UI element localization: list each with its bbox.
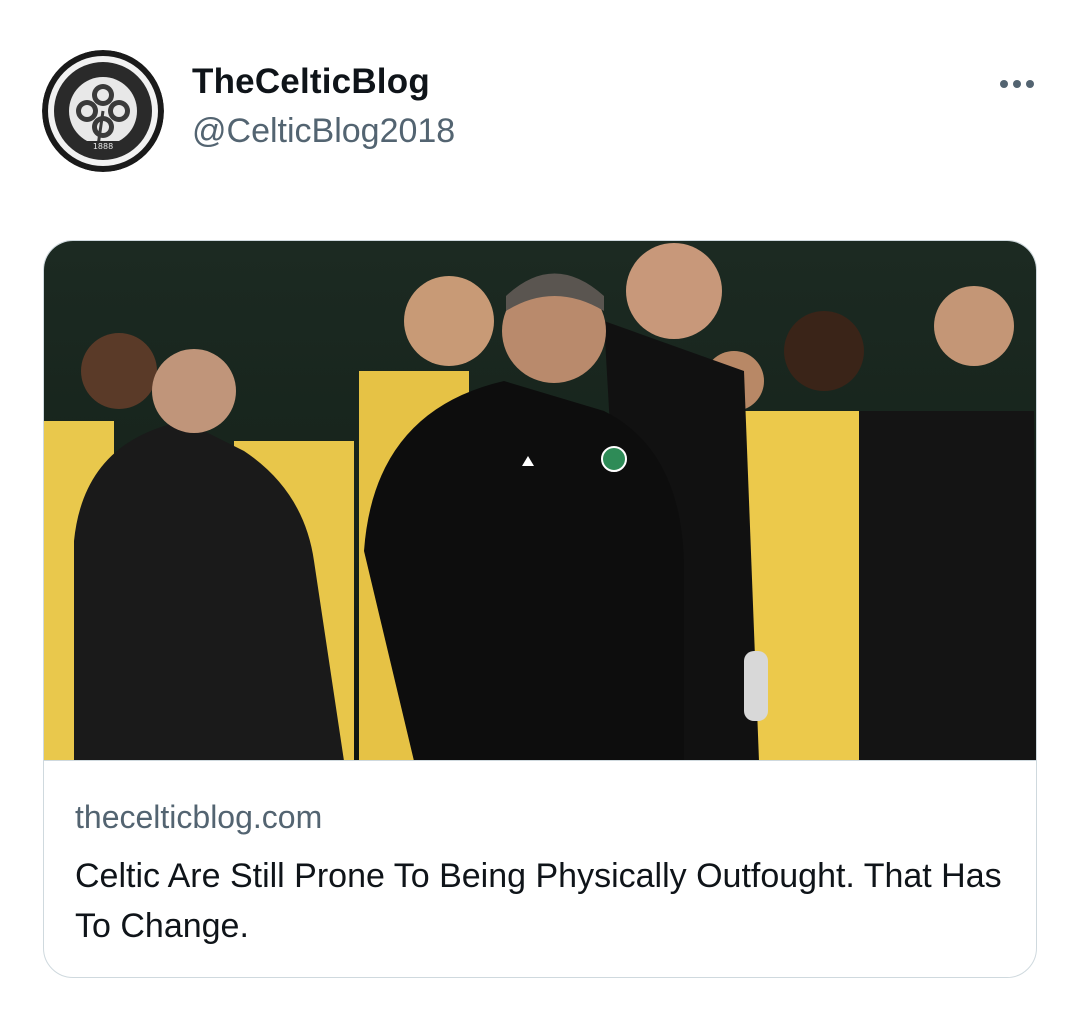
celtic-fc-crest-icon: 1888	[42, 50, 164, 172]
more-horizontal-icon	[1000, 80, 1034, 88]
link-card[interactable]: thecelticblog.com Celtic Are Still Prone…	[43, 240, 1037, 978]
tweet: 1888 TheCelticBlog @CelticBlog2018 thece…	[0, 0, 1080, 1028]
user-handle[interactable]: @CelticBlog2018	[192, 112, 455, 151]
avatar[interactable]: 1888	[42, 50, 164, 172]
display-name[interactable]: TheCelticBlog	[192, 62, 430, 102]
link-card-image[interactable]	[44, 241, 1036, 761]
link-card-domain: thecelticblog.com	[75, 799, 323, 835]
more-button[interactable]	[990, 64, 1044, 104]
link-card-title: Celtic Are Still Prone To Being Physical…	[75, 857, 1002, 945]
football-team-photo	[44, 241, 1036, 760]
crest-year: 1888	[93, 142, 113, 151]
